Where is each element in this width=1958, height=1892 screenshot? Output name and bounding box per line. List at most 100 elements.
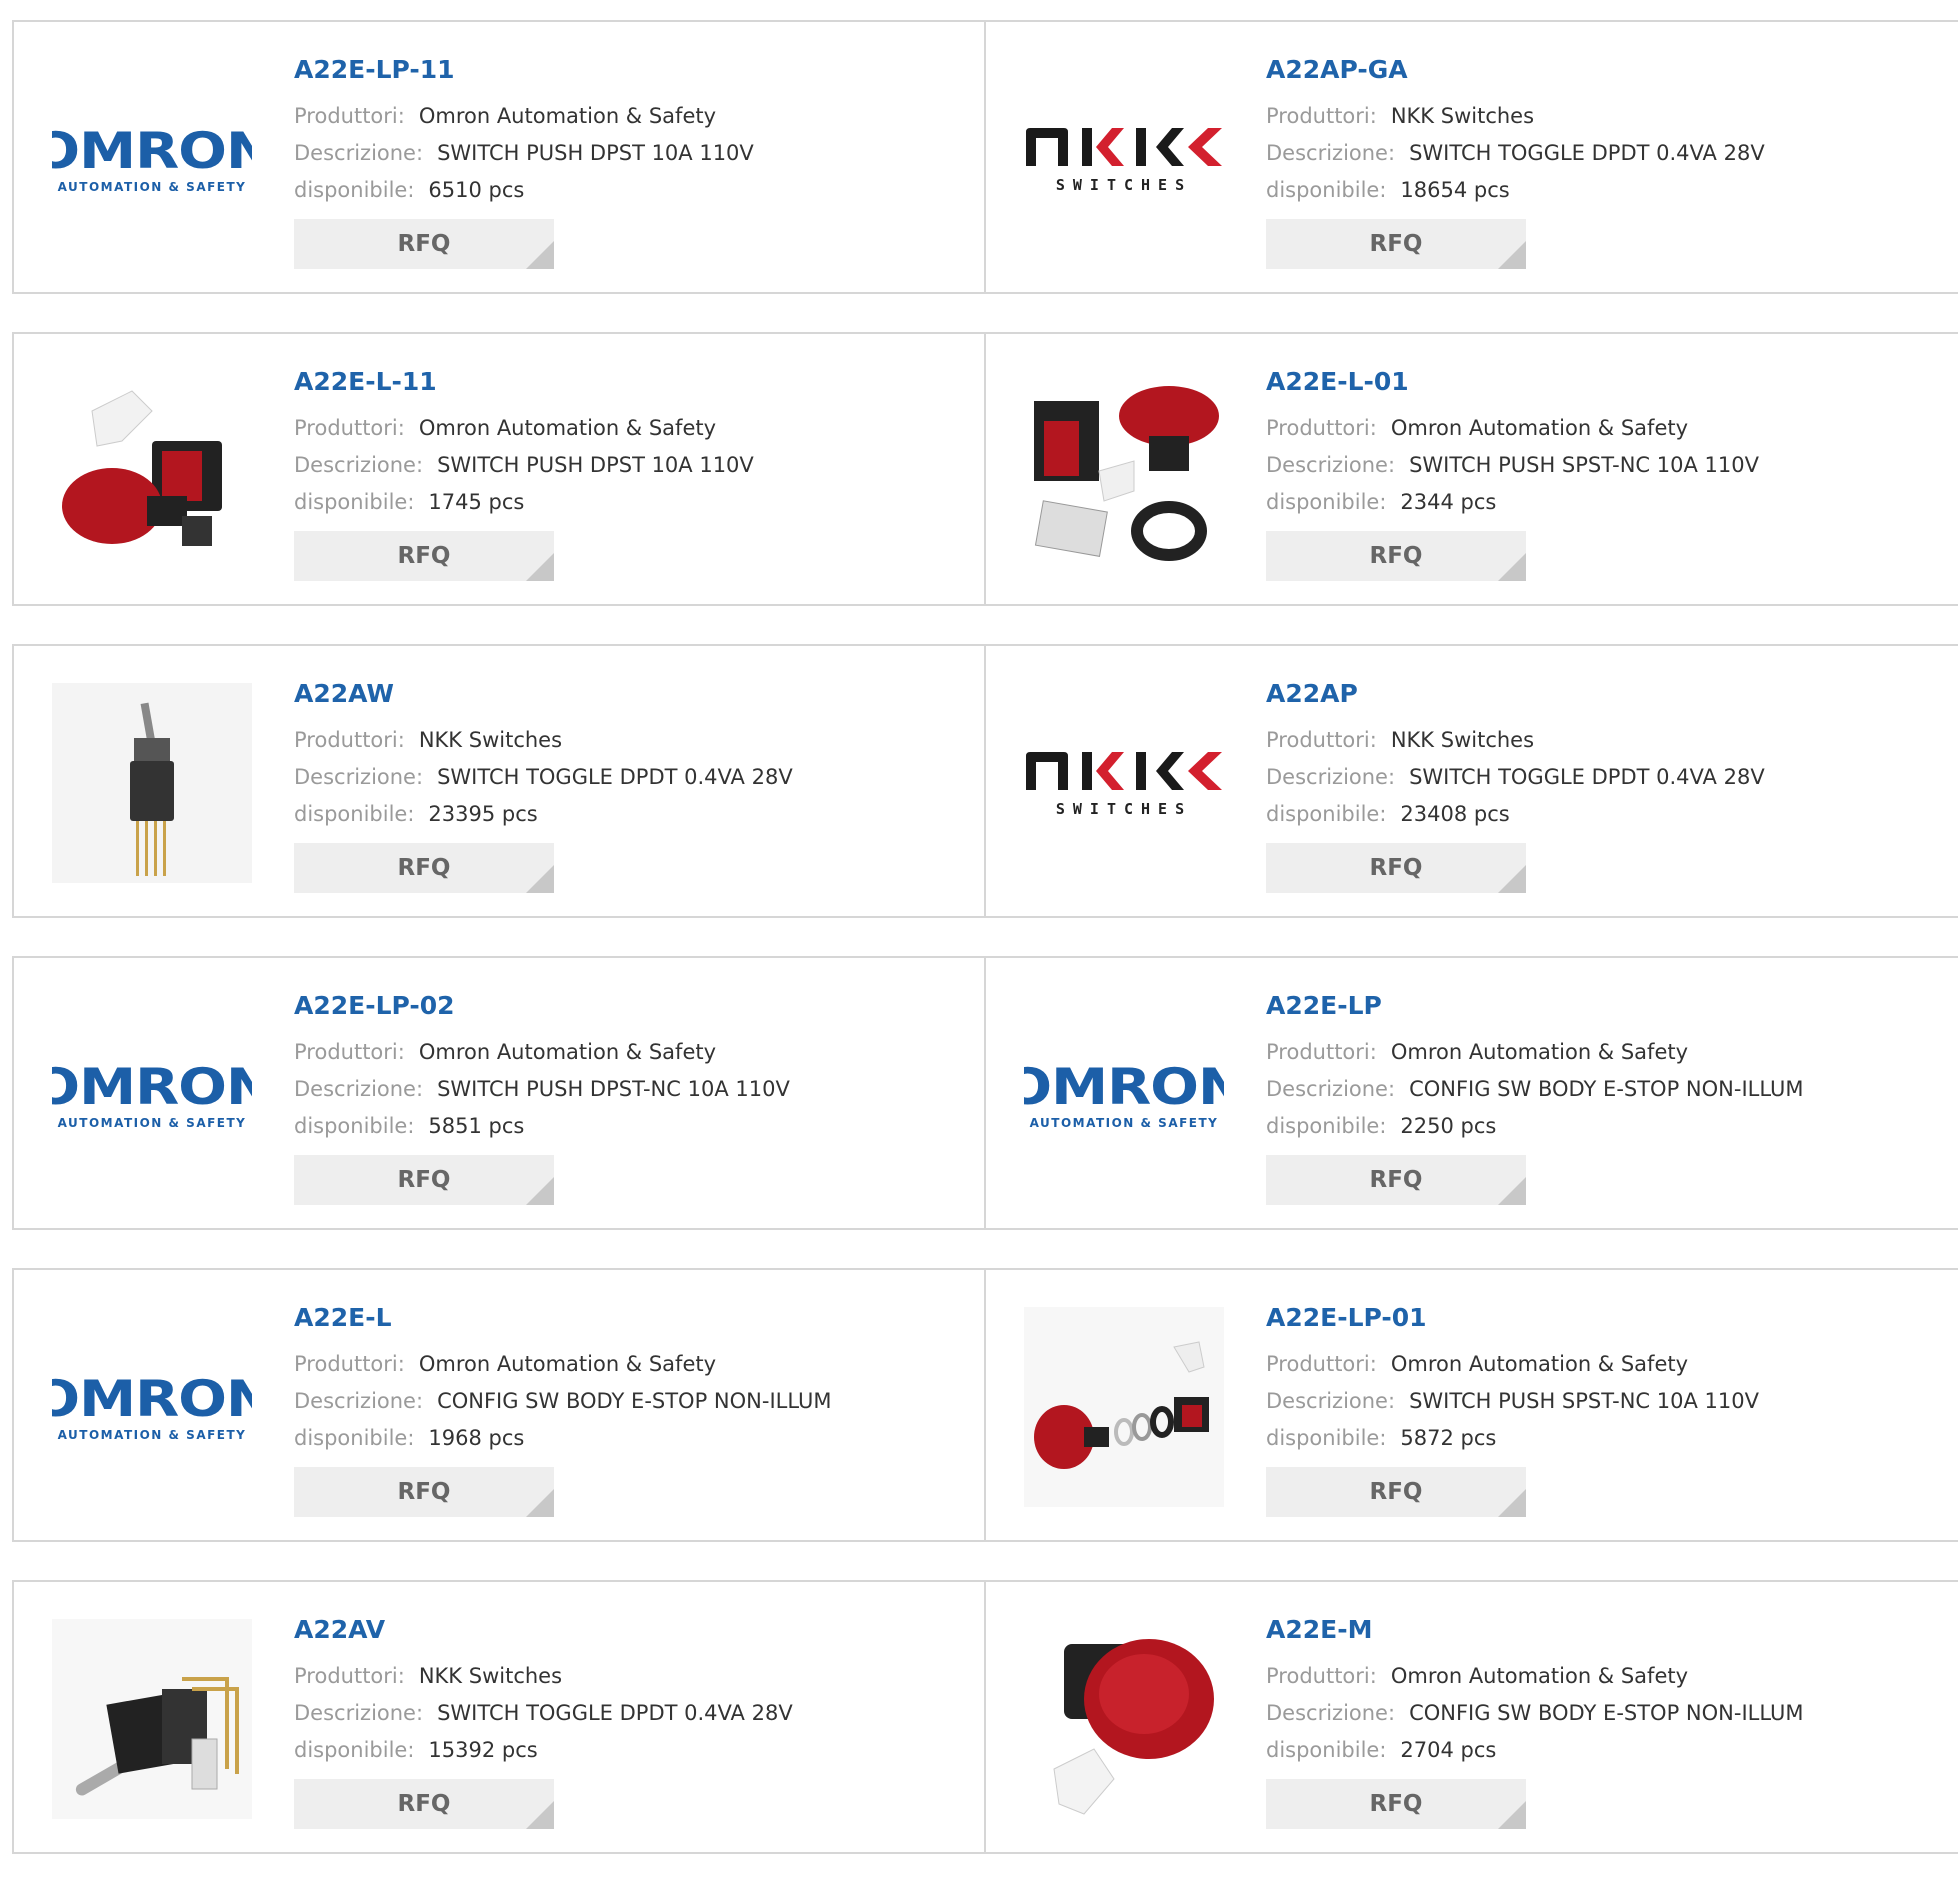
part-number-link[interactable]: A22E-LP-01 [1266,1300,1759,1336]
estop-parts-photo-image [1034,386,1219,561]
description-label: Descrizione: [1266,453,1396,477]
rfq-button[interactable]: RFQ [1266,219,1526,269]
description-label: Descrizione: [294,141,424,165]
nkk-logo: SWITCHES [1024,124,1224,194]
availability-label: disponibile: [294,178,415,202]
manufacturer-line: Produttori: NKK Switches [294,722,793,759]
rfq-button-label: RFQ [1369,1791,1423,1817]
nkk-logo-mark [1026,752,1222,790]
product-thumbnail[interactable]: OMRONAUTOMATION & SAFETY [52,59,252,259]
availability-value: 15392 pcs [428,1738,538,1762]
rfq-button[interactable]: RFQ [294,1467,554,1517]
rfq-button[interactable]: RFQ [294,219,554,269]
product-info: A22AV Produttori: NKK Switches Descrizione:… [294,1612,793,1829]
part-number-link[interactable]: A22AP [1266,676,1765,712]
omron-logo: OMRONAUTOMATION & SAFETY [52,1372,252,1442]
nkk-logo-mark [1026,128,1222,166]
manufacturer-value: Omron Automation & Safety [1390,1040,1689,1064]
omron-logo: OMRONAUTOMATION & SAFETY [52,124,252,194]
product-info: A22E-L Produttori: Omron Automation & Safe… [294,1300,831,1517]
omron-logo-subtitle: AUTOMATION & SAFETY [57,180,247,194]
availability-label: disponibile: [1266,1114,1387,1138]
availability-value: 18654 pcs [1400,178,1510,202]
manufacturer-line: Produttori: Omron Automation & Safety [294,1346,831,1383]
part-number-link[interactable]: A22E-L [294,1300,831,1336]
rfq-button-label: RFQ [1369,1167,1423,1193]
description-label: Descrizione: [294,1389,424,1413]
manufacturer-label: Produttori: [294,1664,405,1688]
rfq-button[interactable]: RFQ [294,1155,554,1205]
product-thumbnail[interactable]: OMRONAUTOMATION & SAFETY [52,1307,252,1507]
rfq-button[interactable]: RFQ [1266,1779,1526,1829]
manufacturer-label: Produttori: [294,728,405,752]
rfq-corner-decoration [1498,865,1526,893]
rfq-button-label: RFQ [397,543,451,569]
description-value: SWITCH PUSH DPST 10A 110V [437,141,754,165]
availability-value: 2250 pcs [1400,1114,1497,1138]
rfq-button[interactable]: RFQ [294,843,554,893]
product-row: OMRONAUTOMATION & SAFETY A22E-LP-02 Produt… [12,956,1958,1230]
rfq-button[interactable]: RFQ [294,531,554,581]
rfq-button[interactable]: RFQ [1266,1467,1526,1517]
rfq-button-label: RFQ [1369,1479,1423,1505]
part-number-link[interactable]: A22E-LP-02 [294,988,790,1024]
manufacturer-line: Produttori: Omron Automation & Safety [1266,1346,1759,1383]
manufacturer-value: Omron Automation & Safety [418,1040,717,1064]
part-number-link[interactable]: A22E-LP [1266,988,1803,1024]
manufacturer-value: NKK Switches [1390,728,1535,752]
rfq-button[interactable]: RFQ [1266,843,1526,893]
availability-label: disponibile: [1266,802,1387,826]
rfq-corner-decoration [1498,1489,1526,1517]
manufacturer-value: Omron Automation & Safety [1390,416,1689,440]
part-number-link[interactable]: A22AV [294,1612,793,1648]
rfq-corner-decoration [1498,1801,1526,1829]
product-info: A22E-LP-02 Produttori: Omron Automation & … [294,988,790,1205]
omron-logo-subtitle: AUTOMATION & SAFETY [57,1428,247,1442]
product-thumbnail[interactable] [1024,371,1224,571]
part-number-link[interactable]: A22E-M [1266,1612,1803,1648]
rfq-corner-decoration [526,865,554,893]
part-number-link[interactable]: A22AW [294,676,793,712]
product-thumbnail[interactable]: SWITCHES [1024,683,1224,883]
manufacturer-label: Produttori: [294,104,405,128]
product-card: A22AV Produttori: NKK Switches Descrizione:… [14,1582,986,1852]
manufacturer-value: Omron Automation & Safety [418,1352,717,1376]
omron-logo-subtitle: AUTOMATION & SAFETY [1029,1116,1219,1130]
rfq-button[interactable]: RFQ [1266,1155,1526,1205]
description-value: SWITCH TOGGLE DPDT 0.4VA 28V [437,765,793,789]
product-row: A22E-L-11 Produttori: Omron Automation & S… [12,332,1958,606]
product-thumbnail[interactable] [52,683,252,883]
rfq-corner-decoration [526,553,554,581]
description-line: Descrizione: SWITCH TOGGLE DPDT 0.4VA 28V [294,1695,793,1732]
product-thumbnail[interactable]: SWITCHES [1024,59,1224,259]
description-line: Descrizione: CONFIG SW BODY E-STOP NON-IL… [1266,1071,1803,1108]
availability-label: disponibile: [294,802,415,826]
product-thumbnail[interactable] [52,1619,252,1819]
rfq-button[interactable]: RFQ [294,1779,554,1829]
omron-logo-word: OMRON [1024,1058,1224,1116]
right-angle-toggle-photo-image [52,1619,252,1819]
description-line: Descrizione: SWITCH TOGGLE DPDT 0.4VA 28V [294,759,793,796]
manufacturer-line: Produttori: NKK Switches [1266,98,1765,135]
product-row: A22AV Produttori: NKK Switches Descrizione:… [12,1580,1958,1854]
description-value: SWITCH TOGGLE DPDT 0.4VA 28V [1409,765,1765,789]
availability-value: 5851 pcs [428,1114,525,1138]
manufacturer-line: Produttori: Omron Automation & Safety [294,1034,790,1071]
manufacturer-label: Produttori: [1266,416,1377,440]
part-number-link[interactable]: A22E-LP-11 [294,52,754,88]
availability-label: disponibile: [294,1426,415,1450]
product-thumbnail[interactable] [1024,1619,1224,1819]
product-thumbnail[interactable]: OMRONAUTOMATION & SAFETY [52,995,252,1195]
product-thumbnail[interactable] [1024,1307,1224,1507]
description-line: Descrizione: SWITCH TOGGLE DPDT 0.4VA 28V [1266,759,1765,796]
rfq-corner-decoration [526,1801,554,1829]
part-number-link[interactable]: A22E-L-01 [1266,364,1759,400]
product-thumbnail[interactable]: OMRONAUTOMATION & SAFETY [1024,995,1224,1195]
rfq-button[interactable]: RFQ [1266,531,1526,581]
rfq-button-label: RFQ [397,1479,451,1505]
product-thumbnail[interactable] [52,371,252,571]
part-number-link[interactable]: A22AP-GA [1266,52,1765,88]
rfq-corner-decoration [1498,241,1526,269]
part-number-link[interactable]: A22E-L-11 [294,364,754,400]
availability-line: disponibile: 1968 pcs [294,1420,831,1457]
